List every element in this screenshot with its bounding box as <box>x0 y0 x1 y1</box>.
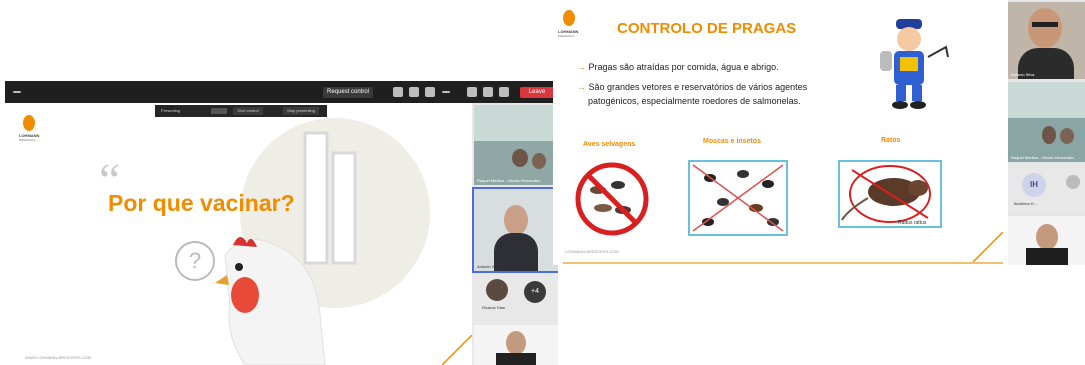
more-options-icon[interactable] <box>13 91 21 93</box>
presenting-bar: Presenting Give control Stop presenting <box>155 105 327 117</box>
slide-heading: Por que vacinar? <box>108 190 295 216</box>
bullet-1: → Pragas são atraídas por comida, água e… <box>577 62 779 72</box>
bullet-2-text-line1: São grandes vetores e reservatórios de v… <box>588 82 808 92</box>
logo-subtext: BREEDERS <box>19 138 36 142</box>
lohmann-logo <box>23 115 35 131</box>
arrow-bullet-icon: → <box>577 82 586 92</box>
meeting-toolbar: Request control Leave <box>5 81 558 103</box>
participant-tile[interactable]: Antonio Silva <box>1008 2 1085 79</box>
participant-face <box>506 331 526 355</box>
participant-person <box>1060 128 1074 144</box>
participant-name: Antonio Vieira <box>477 264 502 269</box>
rat-caption: Rattus rattus <box>898 220 927 226</box>
bullet-2-text-line2: patogénicos, especialmente roedores de s… <box>588 96 801 106</box>
give-control-button[interactable]: Give control <box>233 107 263 115</box>
rat-prohibited-image <box>838 160 942 228</box>
slide-title: CONTROLO DE PRAGAS <box>617 20 797 37</box>
exterminator-cartoon <box>880 19 949 109</box>
lohmann-logo <box>563 10 575 26</box>
room-shelf-background <box>1008 82 1085 118</box>
participant-shirt <box>1026 248 1068 265</box>
participants-panel-right: Antonio Silva Raquel Medina – Nicola Her… <box>1008 0 1085 265</box>
microphone-icon[interactable] <box>483 87 493 97</box>
share-icon[interactable] <box>499 87 509 97</box>
participant-shirt <box>496 353 536 365</box>
participant-person <box>532 153 546 169</box>
flies-insects-prohibited-image <box>688 160 788 236</box>
logo-subtext: BREEDERS <box>558 34 575 38</box>
participant-name: Antonio Silva <box>1011 72 1035 77</box>
participant-tile[interactable]: Ricardo Dias +4 <box>474 275 558 321</box>
people-icon[interactable] <box>393 87 403 97</box>
participant-tile[interactable]: Raquel Medina – Nicola Hernandez <box>1008 82 1085 162</box>
participant-name: Ibrahima H... <box>1014 201 1037 206</box>
more-participants-badge[interactable]: +4 <box>524 281 546 303</box>
more-actions-icon[interactable] <box>442 91 450 93</box>
shared-slide-right: LOHMANN BREEDERS CONTROLO DE PRAGAS → Pr… <box>553 0 1005 265</box>
participant-face <box>504 205 528 235</box>
bullet-1-text: Pragas são atraídas por comida, água e a… <box>588 62 779 72</box>
participant-name: Ricardo Dias <box>482 305 505 310</box>
glasses-icon <box>1032 22 1058 27</box>
label-aves-selvagens: Aves selvagens <box>583 141 636 148</box>
presenting-label: Presenting <box>161 108 181 113</box>
slide-nav-icon[interactable] <box>211 108 227 114</box>
participant-name: Raquel Medina – Nicola Hernandez <box>477 178 541 183</box>
room-shelf-background <box>474 105 558 141</box>
left-meeting-window: Request control Leave LOHMANN BREEDERS “… <box>5 81 558 365</box>
corner-accent <box>442 335 472 365</box>
corner-accent <box>973 232 1003 262</box>
request-control-button[interactable]: Request control <box>323 87 373 98</box>
participant-person <box>512 149 528 167</box>
participant-person <box>1042 126 1056 144</box>
chicken-image <box>215 236 326 365</box>
slide-bottom-bar <box>563 262 1003 264</box>
participant-tile[interactable]: Antonio Vieira <box>472 187 558 273</box>
participants-panel-left: Raquel Medina – Nicola Hernandez Antonio… <box>472 103 558 365</box>
participant-tile[interactable] <box>474 325 558 365</box>
camera-icon[interactable] <box>467 87 477 97</box>
participant-tile[interactable] <box>1008 216 1085 265</box>
participant-name: Raquel Medina – Nicola Hernandez <box>1011 155 1075 160</box>
avatar <box>486 279 508 301</box>
participant-tile[interactable]: IH Ibrahima H... <box>1008 165 1085 213</box>
right-meeting-window: LOHMANN BREEDERS CONTROLO DE PRAGAS → Pr… <box>553 0 1085 265</box>
slide-footer-url: WWW.LOHMANN-BREEDERS.COM <box>25 355 91 360</box>
label-ratos: Ratos <box>881 137 901 144</box>
arrow-bullet-icon: → <box>577 62 586 72</box>
stop-presenting-button[interactable]: Stop presenting <box>283 107 319 115</box>
participant-face <box>1028 8 1062 48</box>
reactions-icon[interactable] <box>425 87 435 97</box>
avatar: IH <box>1022 173 1046 197</box>
participant-thumbnail <box>1066 175 1080 189</box>
leave-button[interactable]: Leave <box>520 87 554 98</box>
shared-slide-left: LOHMANN BREEDERS “ Por que vacinar? ? WW… <box>5 103 472 365</box>
participant-tile[interactable]: Raquel Medina – Nicola Hernandez <box>474 105 558 185</box>
slide-footer-url: LOHMANN-BREEDERS.COM <box>565 249 619 254</box>
label-moscas-insetos: Moscas e insetos <box>703 138 761 145</box>
wild-birds-prohibited-image <box>575 162 649 236</box>
participant-face <box>1036 224 1058 250</box>
bullet-2: → São grandes vetores e reservatórios de… <box>577 82 807 92</box>
chat-icon[interactable] <box>409 87 419 97</box>
